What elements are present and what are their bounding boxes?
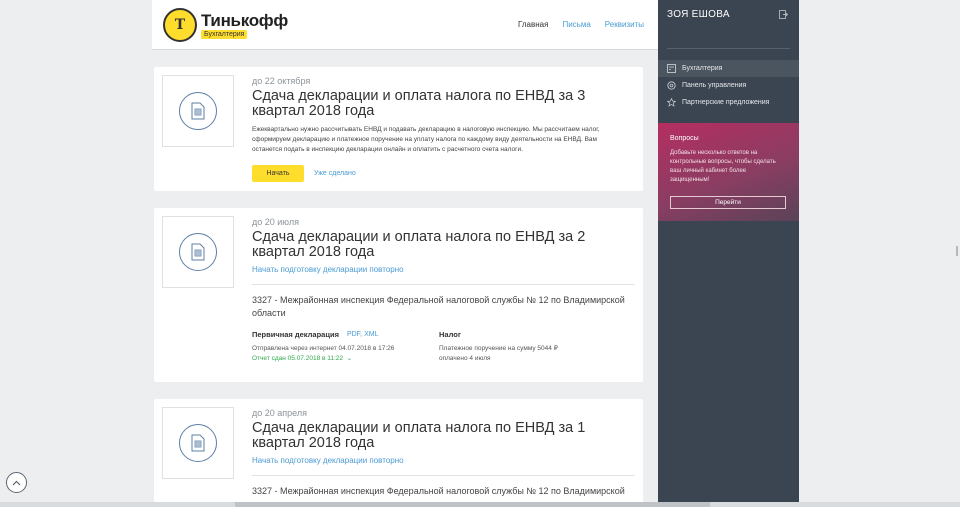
document-thumbnail xyxy=(162,407,234,479)
divider xyxy=(252,284,635,285)
logo-text-block: Тинькофф Бухгалтерия xyxy=(201,8,288,42)
sidebar-item-accounting[interactable]: Бухгалтерия xyxy=(658,60,799,77)
chevron-up-icon xyxy=(12,480,21,485)
task-feed: до 22 октября Сдача декларации и оплата … xyxy=(152,50,658,507)
tax-inspection-name: 3327 - Межрайонная инспекция Федеральной… xyxy=(252,486,625,496)
user-name[interactable]: ЗОЯ ЕШОВА xyxy=(667,9,730,20)
due-date: до 22 октября xyxy=(252,76,311,86)
due-date: до 20 июля xyxy=(252,217,299,227)
tinkoff-emblem-icon: T xyxy=(163,8,197,42)
declaration-report-status[interactable]: Отчет сдан 05.07.2018 в 11:22 ⌄ xyxy=(252,354,439,362)
start-button[interactable]: Начать xyxy=(252,165,304,182)
star-icon xyxy=(667,98,676,107)
promo-title: Вопросы xyxy=(670,135,699,142)
tax-inspection-name: 3327 - Межрайонная инспекция Федеральной… xyxy=(252,295,625,318)
task-card: до 20 апреля Сдача декларации и оплата н… xyxy=(154,399,643,507)
tax-payment-text: Платежное поручение на сумму 5044 ₽ опла… xyxy=(439,344,626,364)
logo-name: Тинькофф xyxy=(201,11,288,30)
task-card-body: до 20 апреля Сдача декларации и оплата н… xyxy=(252,408,635,498)
declaration-header: Первичная декларация PDF, XML xyxy=(252,330,439,339)
document-icon xyxy=(179,92,217,130)
go-to-questions-button[interactable]: Перейти xyxy=(670,196,786,209)
tinkoff-logo[interactable]: T Тинькофф Бухгалтерия xyxy=(163,8,288,42)
task-actions: Начать Уже сделано xyxy=(252,165,633,182)
nav-home[interactable]: Главная xyxy=(518,20,548,29)
user-sidebar: ЗОЯ ЕШОВА Бухгалтерия Панель управления … xyxy=(658,0,799,502)
tax-payment-amount: Платежное поручение на сумму 5044 ₽ xyxy=(439,345,558,352)
nav-requisites[interactable]: Реквизиты xyxy=(605,20,644,29)
promo-text: Добавьте несколько ответов на контрольны… xyxy=(670,150,776,183)
sidebar-menu: Бухгалтерия Панель управления Партнерски… xyxy=(658,60,799,111)
calculator-icon xyxy=(667,64,676,73)
task-title: Сдача декларации и оплата налога по ЕНВД… xyxy=(252,88,586,119)
divider xyxy=(252,475,635,476)
right-gutter xyxy=(799,0,960,507)
vertical-scroll-indicator[interactable] xyxy=(956,246,958,256)
declaration-heading: Первичная декларация xyxy=(252,330,339,339)
sidebar-item-label: Партнерские предложения xyxy=(682,99,770,106)
sidebar-item-label: Панель управления xyxy=(682,82,747,89)
document-thumbnail xyxy=(162,75,234,147)
expand-chevron-icon: ⌄ xyxy=(344,355,353,362)
nav-letters[interactable]: Письма xyxy=(562,20,590,29)
gear-icon xyxy=(667,81,676,90)
task-title: Сдача декларации и оплата налога по ЕНВД… xyxy=(252,420,586,451)
document-icon xyxy=(179,424,217,462)
top-header: T Тинькофф Бухгалтерия Главная Письма Ре… xyxy=(152,0,658,50)
tax-heading: Налог xyxy=(439,330,461,339)
sidebar-item-partner-offers[interactable]: Партнерские предложения xyxy=(658,94,799,111)
task-card: до 20 июля Сдача декларации и оплата нал… xyxy=(154,208,643,382)
security-questions-promo: Вопросы Добавьте несколько ответов на ко… xyxy=(658,123,799,221)
task-card-body: до 22 октября Сдача декларации и оплата … xyxy=(252,76,633,182)
main-nav: Главная Письма Реквизиты xyxy=(518,20,644,29)
document-icon xyxy=(179,233,217,271)
left-gutter xyxy=(0,0,152,507)
sidebar-item-label: Бухгалтерия xyxy=(682,65,723,72)
tax-paid-date: оплачено 4 июля xyxy=(439,355,491,362)
logo-badge: Бухгалтерия xyxy=(201,30,248,39)
repeat-declaration-link[interactable]: Начать подготовку декларации повторно xyxy=(252,456,633,465)
scroll-to-top-button[interactable] xyxy=(6,472,27,493)
declaration-details: Первичная декларация PDF, XML Отправлена… xyxy=(252,330,633,364)
tax-column: Налог Платежное поручение на сумму 5044 … xyxy=(439,330,626,364)
due-date: до 20 апреля xyxy=(252,408,307,418)
sidebar-item-control-panel[interactable]: Панель управления xyxy=(658,77,799,94)
horizontal-scrollbar[interactable] xyxy=(0,502,960,507)
task-card: до 22 октября Сдача декларации и оплата … xyxy=(154,67,643,191)
logout-icon[interactable] xyxy=(779,10,788,19)
declaration-column: Первичная декларация PDF, XML Отправлена… xyxy=(252,330,439,364)
task-description: Ежеквартально нужно рассчитывать ЕНВД и … xyxy=(252,126,600,153)
task-title: Сдача декларации и оплата налога по ЕНВД… xyxy=(252,229,586,260)
declaration-files-link[interactable]: PDF, XML xyxy=(347,331,379,338)
declaration-report-text: Отчет сдан 05.07.2018 в 11:22 xyxy=(252,355,344,362)
repeat-declaration-link[interactable]: Начать подготовку декларации повторно xyxy=(252,265,633,274)
horizontal-scrollbar-thumb[interactable] xyxy=(235,502,710,507)
task-card-body: до 20 июля Сдача декларации и оплата нал… xyxy=(252,217,635,364)
sidebar-divider xyxy=(667,48,790,49)
declaration-sent-text: Отправлена через интернет 04.07.2018 в 1… xyxy=(252,345,395,352)
already-done-link[interactable]: Уже сделано xyxy=(314,170,356,177)
document-thumbnail xyxy=(162,216,234,288)
